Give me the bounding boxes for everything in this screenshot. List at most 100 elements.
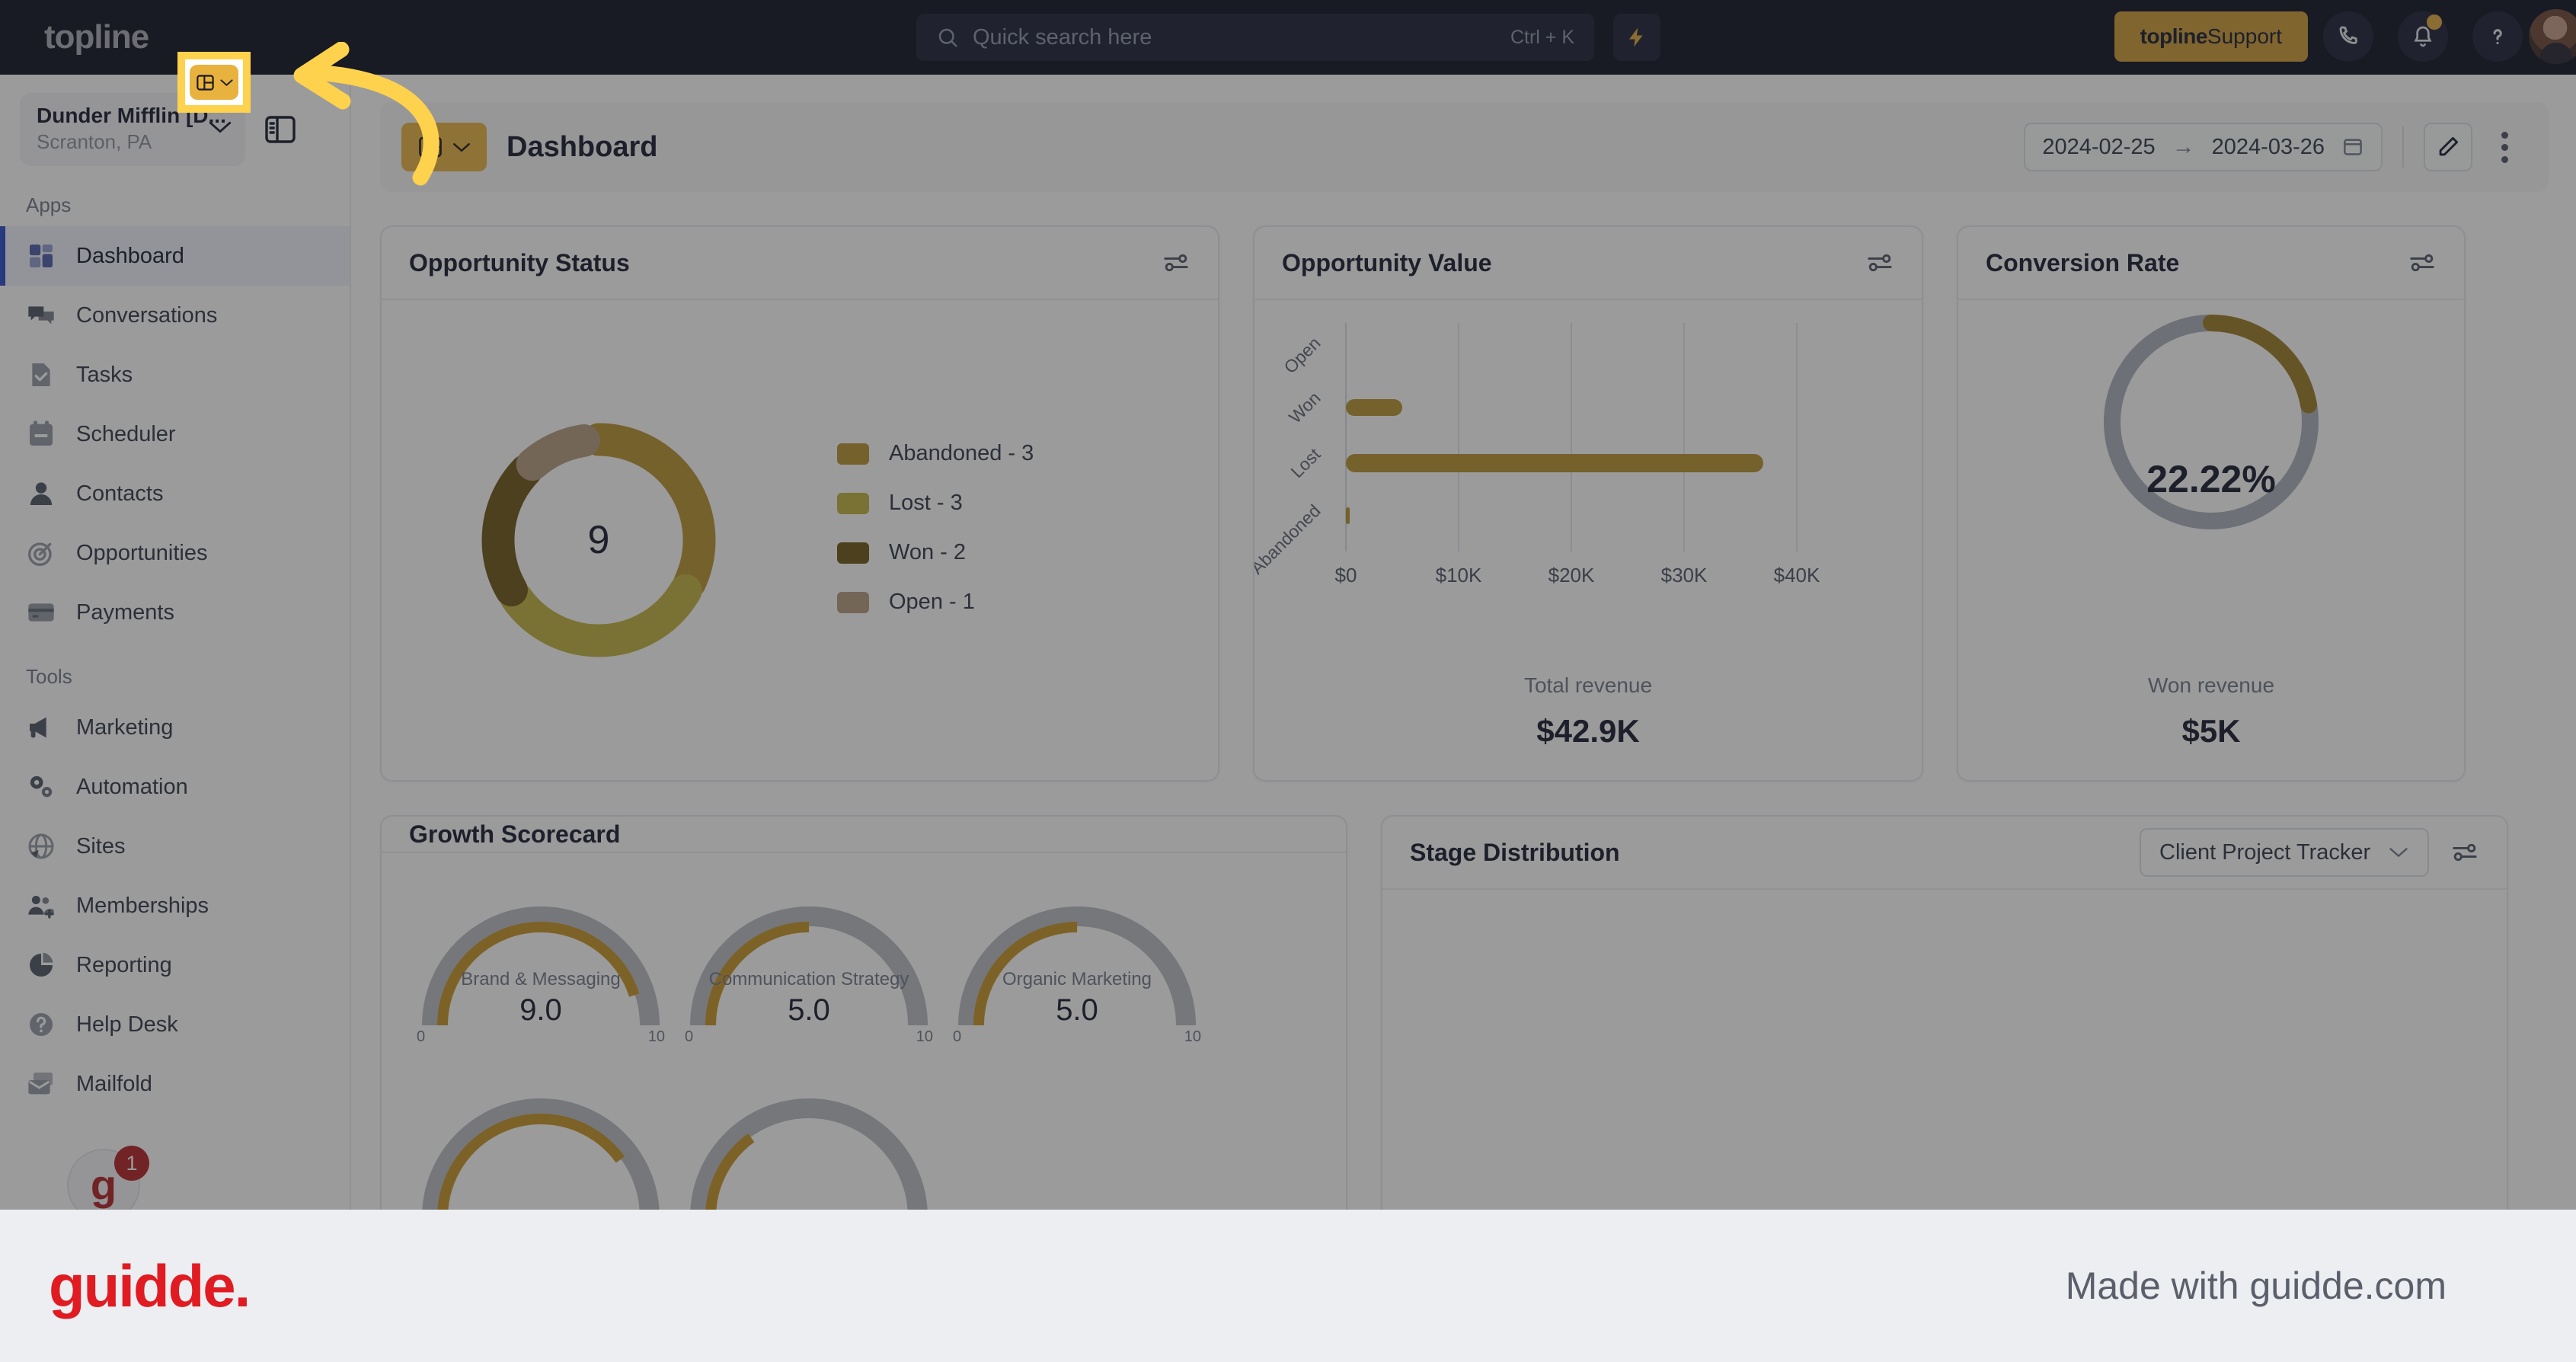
bar-chart-svg: Open Won Lost Abandoned $0 $10K $20K $30… bbox=[1247, 323, 1820, 587]
quick-search-input[interactable]: Quick search here Ctrl + K bbox=[916, 14, 1594, 61]
guidde-footer: guidde. Made with guidde.com bbox=[0, 1210, 2576, 1362]
legend-item[interactable]: Abandoned - 3 bbox=[837, 441, 1034, 466]
sidebar-item-reporting[interactable]: Reporting bbox=[0, 935, 350, 995]
scorecard-value: 9.0 bbox=[519, 993, 562, 1027]
sliders-icon[interactable] bbox=[1162, 248, 1191, 277]
sidebar-item-label: Contacts bbox=[76, 481, 164, 506]
sidebar-item-contacts[interactable]: Contacts bbox=[0, 464, 350, 523]
widget-glyph-icon: g bbox=[90, 1161, 117, 1209]
help-button[interactable] bbox=[2472, 11, 2523, 62]
sidebar-item-tasks[interactable]: Tasks bbox=[0, 345, 350, 404]
pencil-icon bbox=[2439, 136, 2459, 156]
dashboard-more-menu-button[interactable] bbox=[2482, 123, 2527, 171]
legend-item[interactable]: Open - 1 bbox=[837, 590, 1034, 615]
sidebar-item-label: Automation bbox=[76, 774, 188, 799]
sidebar-section-tools: Tools bbox=[26, 665, 72, 688]
scorecard-scale-max: 10 bbox=[1184, 1028, 1201, 1045]
support-brand-text: topline bbox=[2140, 24, 2208, 48]
chevron-down-icon bbox=[453, 142, 470, 152]
svg-text:$0: $0 bbox=[1335, 564, 1357, 587]
task-document-icon bbox=[32, 363, 50, 386]
help-circle-icon bbox=[30, 1013, 53, 1036]
card-title: Conversion Rate bbox=[1986, 248, 2180, 277]
phone-button[interactable] bbox=[2323, 11, 2373, 62]
sidebar-item-label: Payments bbox=[76, 599, 174, 625]
sidebar-item-label: Opportunities bbox=[76, 540, 208, 565]
legend-label: Lost - 3 bbox=[889, 491, 963, 515]
panel-toggle-icon[interactable] bbox=[262, 111, 299, 148]
gauge-donut-svg bbox=[2104, 315, 2319, 529]
widget-badge-count: 1 bbox=[114, 1146, 149, 1181]
more-vertical-icon bbox=[2501, 155, 2508, 163]
page-title: Dashboard bbox=[507, 130, 658, 163]
sidebar-item-automation[interactable]: Automation bbox=[0, 757, 350, 817]
guidde-highlight-box[interactable] bbox=[177, 52, 251, 113]
legend-label: Open - 1 bbox=[889, 590, 975, 614]
legend-label: Won - 2 bbox=[889, 540, 967, 564]
scorecard-value: 5.0 bbox=[1056, 993, 1098, 1027]
card-header: Stage Distribution Client Project Tracke… bbox=[1382, 817, 2507, 890]
topline-logo[interactable]: topline bbox=[44, 18, 149, 56]
target-icon bbox=[28, 542, 52, 566]
sidebar-item-scheduler[interactable]: Scheduler bbox=[0, 404, 350, 464]
svg-text:Abandoned: Abandoned bbox=[1254, 500, 1325, 578]
sidebar-item-help-desk[interactable]: Help Desk bbox=[0, 995, 350, 1054]
sliders-icon[interactable] bbox=[1865, 248, 1894, 277]
scorecard-scale-min: 0 bbox=[685, 1028, 694, 1045]
pipeline-select[interactable]: Client Project Tracker bbox=[2140, 828, 2429, 877]
layout-panel-icon bbox=[196, 74, 214, 91]
sidebar-item-opportunities[interactable]: Opportunities bbox=[0, 523, 350, 583]
sidebar-item-sites[interactable]: Sites bbox=[0, 817, 350, 876]
legend-item[interactable]: Lost - 3 bbox=[837, 491, 1034, 516]
conversion-rate-value: 22.22% bbox=[2146, 458, 2276, 500]
sidebar-item-marketing[interactable]: Marketing bbox=[0, 698, 350, 757]
sidebar-item-label: Mailfold bbox=[76, 1071, 152, 1096]
gauge-arc-svg bbox=[422, 1098, 660, 1210]
card-header: Opportunity Status bbox=[382, 227, 1218, 300]
opportunity-status-chart: 9 Abandoned - 3 Lost - 3 Won - 2 Open - … bbox=[382, 300, 1218, 780]
sidebar-item-label: Tasks bbox=[76, 362, 133, 387]
dashboard-switch-button[interactable] bbox=[401, 123, 487, 171]
won-revenue-value: $5K bbox=[2181, 713, 2241, 749]
stage-distribution-card: Stage Distribution Client Project Tracke… bbox=[1381, 815, 2508, 1210]
search-icon bbox=[938, 28, 957, 47]
sliders-icon[interactable] bbox=[2450, 838, 2479, 867]
date-range-picker[interactable]: 2024-02-25 → 2024-03-26 bbox=[2024, 123, 2383, 171]
edit-dashboard-button[interactable] bbox=[2424, 123, 2472, 171]
scorecard-scale-max: 10 bbox=[647, 1028, 665, 1045]
scorecard-gauge: Communication Strategy 5.0 0 10 bbox=[683, 873, 935, 1048]
donut-center-total: 9 bbox=[587, 518, 610, 562]
highlighted-dashboard-switch-button[interactable] bbox=[190, 65, 238, 100]
quick-actions-button[interactable] bbox=[1613, 14, 1660, 61]
card-header-actions bbox=[2408, 248, 2437, 277]
sidebar-item-dashboard[interactable]: Dashboard bbox=[0, 226, 350, 286]
notifications-button[interactable] bbox=[2398, 11, 2448, 62]
chart-legend: Abandoned - 3 Lost - 3 Won - 2 Open - 1 bbox=[837, 441, 1034, 639]
made-with-guidde-text: Made with guidde.com bbox=[2065, 1264, 2447, 1307]
avatar[interactable] bbox=[2529, 9, 2576, 64]
scorecard-scale-min: 0 bbox=[417, 1028, 426, 1045]
topline-support-button[interactable]: topline Support bbox=[2114, 11, 2308, 62]
card-header-actions bbox=[1865, 248, 1894, 277]
opportunity-value-chart: Open Won Lost Abandoned $0 $10K $20K $30… bbox=[1247, 300, 1922, 780]
growth-scorecard-body: Brand & Messaging 9.0 0 10 Communication… bbox=[382, 853, 1346, 1210]
phone-icon bbox=[2339, 26, 2357, 44]
conversion-rate-chart: 22.22% Won revenue $5K bbox=[1958, 300, 2464, 780]
search-shortcut-hint: Ctrl + K bbox=[1510, 26, 1574, 48]
sidebar-item-conversations[interactable]: Conversations bbox=[0, 286, 350, 345]
notification-dot bbox=[2427, 14, 2442, 30]
legend-item[interactable]: Won - 2 bbox=[837, 540, 1034, 565]
conversion-rate-card: Conversion Rate 22.22% Won revenue $5K bbox=[1957, 225, 2466, 782]
date-range-arrow: → bbox=[2172, 134, 2195, 159]
gears-icon bbox=[30, 775, 53, 798]
sliders-icon[interactable] bbox=[2408, 248, 2437, 277]
card-title: Opportunity Status bbox=[409, 248, 630, 277]
people-add-icon bbox=[28, 896, 54, 919]
sidebar-item-payments[interactable]: Payments bbox=[0, 583, 350, 642]
sidebar-item-label: Dashboard bbox=[76, 243, 184, 268]
sidebar-section-apps: Apps bbox=[26, 193, 72, 216]
sidebar-item-memberships[interactable]: Memberships bbox=[0, 876, 350, 935]
gauge-arc-svg bbox=[690, 1098, 928, 1210]
sidebar-item-mailfold[interactable]: Mailfold bbox=[0, 1054, 350, 1114]
card-header-actions: Client Project Tracker bbox=[2140, 828, 2479, 877]
